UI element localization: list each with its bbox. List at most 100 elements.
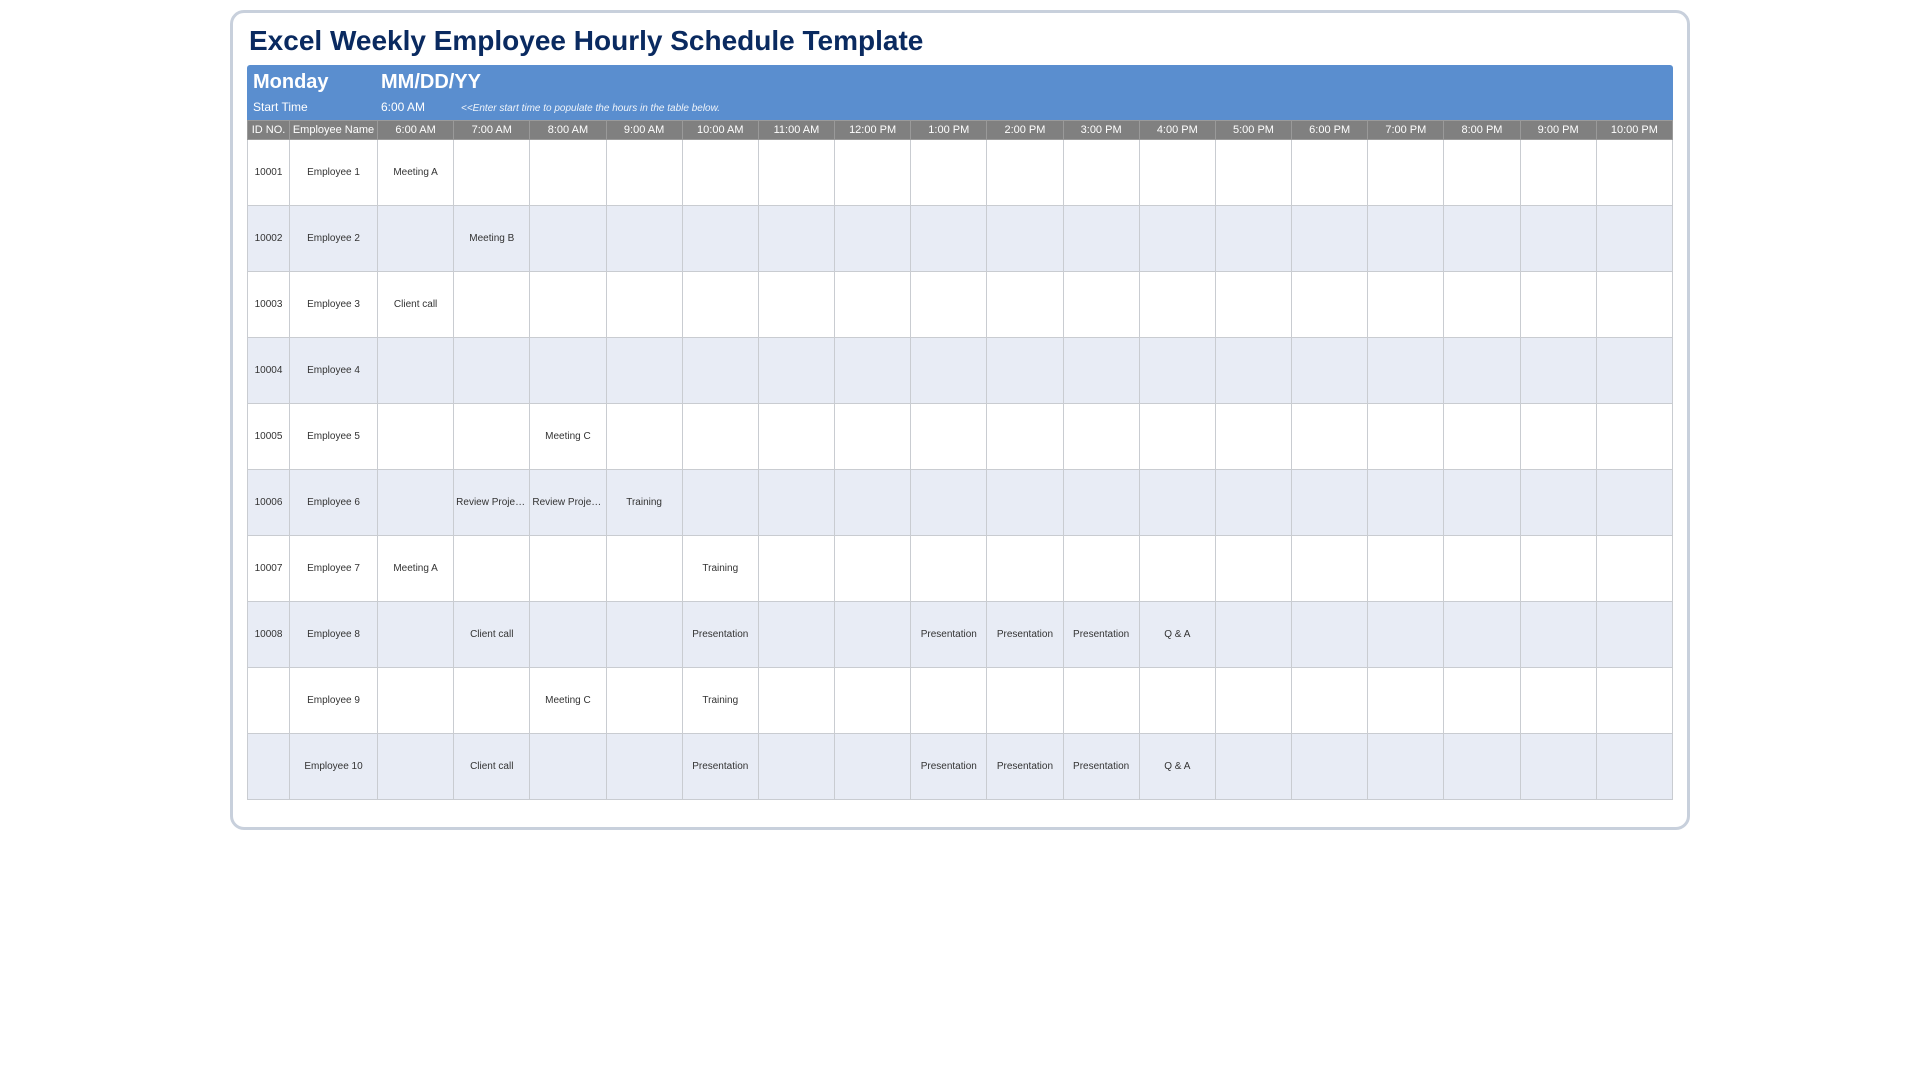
cell-hour[interactable] (1292, 536, 1368, 602)
cell-hour[interactable]: Review Project B (530, 470, 606, 536)
cell-hour[interactable]: Client call (454, 602, 530, 668)
cell-hour[interactable] (1596, 470, 1672, 536)
cell-hour[interactable] (758, 602, 834, 668)
cell-hour[interactable]: Meeting A (378, 536, 454, 602)
cell-hour[interactable] (987, 470, 1063, 536)
cell-hour[interactable] (835, 470, 911, 536)
cell-hour[interactable] (758, 668, 834, 734)
cell-hour[interactable] (1215, 272, 1291, 338)
cell-hour[interactable] (1139, 140, 1215, 206)
cell-hour[interactable] (454, 404, 530, 470)
cell-employee[interactable]: Employee 10 (290, 734, 378, 800)
cell-hour[interactable] (454, 338, 530, 404)
cell-hour[interactable] (911, 206, 987, 272)
cell-hour[interactable] (835, 338, 911, 404)
cell-hour[interactable] (758, 338, 834, 404)
cell-hour[interactable]: Presentation (1063, 602, 1139, 668)
cell-hour[interactable] (835, 668, 911, 734)
cell-hour[interactable] (1215, 206, 1291, 272)
cell-hour[interactable] (1368, 140, 1444, 206)
cell-hour[interactable] (1139, 668, 1215, 734)
cell-id[interactable]: 10006 (248, 470, 290, 536)
cell-hour[interactable] (1292, 140, 1368, 206)
cell-hour[interactable] (606, 404, 682, 470)
cell-hour[interactable]: Presentation (987, 602, 1063, 668)
cell-hour[interactable] (682, 272, 758, 338)
cell-hour[interactable] (378, 668, 454, 734)
cell-hour[interactable]: Client call (454, 734, 530, 800)
cell-hour[interactable]: Presentation (911, 602, 987, 668)
cell-employee[interactable]: Employee 4 (290, 338, 378, 404)
cell-hour[interactable] (378, 206, 454, 272)
cell-hour[interactable] (987, 272, 1063, 338)
cell-hour[interactable] (1520, 602, 1596, 668)
cell-hour[interactable] (911, 272, 987, 338)
cell-hour[interactable] (606, 668, 682, 734)
cell-hour[interactable] (1368, 602, 1444, 668)
cell-hour[interactable] (530, 338, 606, 404)
cell-hour[interactable] (1292, 404, 1368, 470)
cell-hour[interactable] (682, 206, 758, 272)
cell-hour[interactable] (1215, 536, 1291, 602)
cell-hour[interactable] (606, 734, 682, 800)
cell-hour[interactable] (1520, 668, 1596, 734)
cell-hour[interactable]: Training (606, 470, 682, 536)
cell-employee[interactable]: Employee 5 (290, 404, 378, 470)
cell-hour[interactable] (1063, 668, 1139, 734)
cell-hour[interactable]: Meeting B (454, 206, 530, 272)
cell-hour[interactable] (606, 338, 682, 404)
cell-hour[interactable] (1292, 668, 1368, 734)
cell-hour[interactable] (606, 206, 682, 272)
cell-hour[interactable] (987, 338, 1063, 404)
cell-hour[interactable] (1444, 668, 1520, 734)
cell-hour[interactable] (758, 536, 834, 602)
cell-hour[interactable] (606, 272, 682, 338)
cell-hour[interactable] (835, 536, 911, 602)
cell-hour[interactable] (454, 668, 530, 734)
cell-hour[interactable] (1520, 536, 1596, 602)
cell-hour[interactable]: Q & A (1139, 734, 1215, 800)
cell-hour[interactable] (1139, 206, 1215, 272)
cell-hour[interactable] (1063, 140, 1139, 206)
cell-hour[interactable] (1139, 272, 1215, 338)
cell-hour[interactable] (530, 206, 606, 272)
cell-hour[interactable] (1596, 206, 1672, 272)
cell-hour[interactable] (1520, 734, 1596, 800)
cell-employee[interactable]: Employee 2 (290, 206, 378, 272)
cell-hour[interactable] (378, 734, 454, 800)
cell-id[interactable]: 10002 (248, 206, 290, 272)
cell-hour[interactable] (1063, 206, 1139, 272)
cell-hour[interactable]: Presentation (1063, 734, 1139, 800)
cell-hour[interactable] (987, 404, 1063, 470)
cell-hour[interactable] (1444, 470, 1520, 536)
cell-hour[interactable] (1520, 206, 1596, 272)
cell-hour[interactable] (606, 536, 682, 602)
cell-hour[interactable] (378, 338, 454, 404)
cell-hour[interactable] (1520, 338, 1596, 404)
cell-hour[interactable] (911, 470, 987, 536)
cell-hour[interactable] (911, 404, 987, 470)
cell-hour[interactable] (1292, 338, 1368, 404)
cell-hour[interactable] (1368, 734, 1444, 800)
cell-employee[interactable]: Employee 1 (290, 140, 378, 206)
cell-id[interactable]: 10005 (248, 404, 290, 470)
cell-hour[interactable] (530, 140, 606, 206)
cell-hour[interactable]: Presentation (682, 734, 758, 800)
cell-hour[interactable] (1215, 734, 1291, 800)
cell-hour[interactable] (835, 140, 911, 206)
cell-hour[interactable] (1444, 602, 1520, 668)
cell-hour[interactable] (1596, 668, 1672, 734)
cell-hour[interactable] (1063, 404, 1139, 470)
cell-hour[interactable] (530, 602, 606, 668)
cell-hour[interactable] (378, 470, 454, 536)
cell-hour[interactable] (378, 404, 454, 470)
cell-hour[interactable] (1368, 338, 1444, 404)
cell-employee[interactable]: Employee 3 (290, 272, 378, 338)
cell-hour[interactable] (1215, 470, 1291, 536)
cell-employee[interactable]: Employee 9 (290, 668, 378, 734)
cell-hour[interactable]: Presentation (911, 734, 987, 800)
cell-hour[interactable]: Presentation (987, 734, 1063, 800)
cell-hour[interactable] (1215, 602, 1291, 668)
cell-hour[interactable] (835, 734, 911, 800)
cell-hour[interactable] (1596, 404, 1672, 470)
